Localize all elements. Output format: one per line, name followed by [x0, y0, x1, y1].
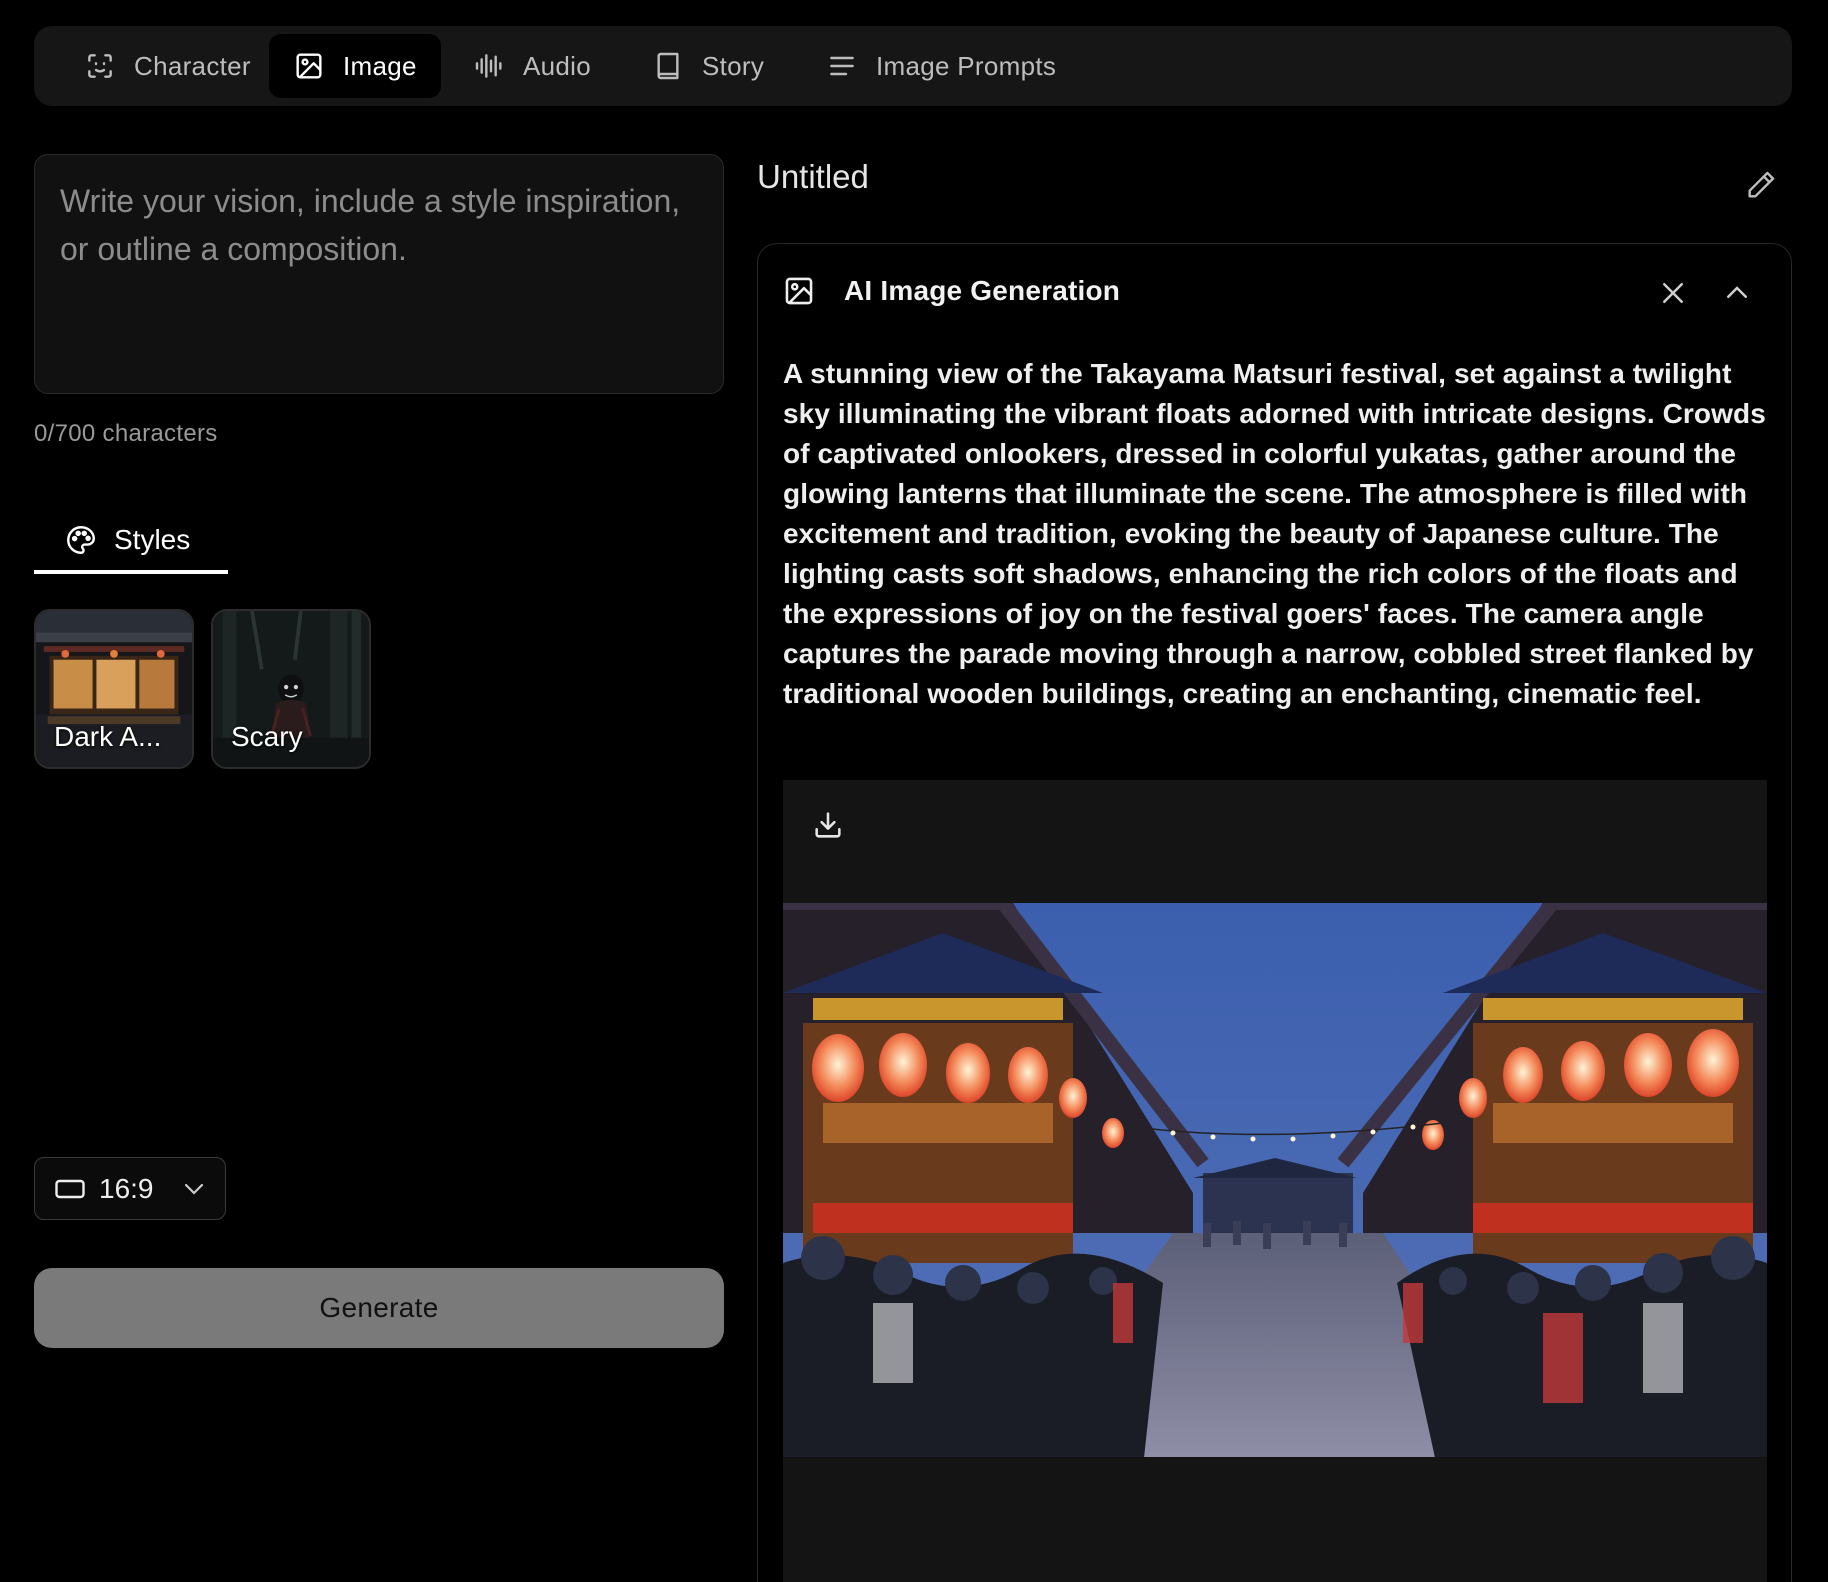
style-card-label: Scary	[231, 721, 303, 752]
pencil-icon[interactable]	[1744, 168, 1778, 202]
download-icon[interactable]	[811, 808, 845, 842]
style-card-scary[interactable]: Scary	[211, 609, 371, 769]
lines-icon	[830, 56, 854, 76]
tab-story[interactable]: Story	[628, 34, 788, 98]
image-icon	[785, 277, 813, 305]
tab-styles[interactable]: Styles	[34, 510, 228, 574]
tab-image-prompts-label: Image Prompts	[876, 50, 1057, 81]
landscape-rect-icon	[55, 1179, 85, 1198]
festival-generated-image[interactable]	[783, 903, 1767, 1457]
waveform-icon	[475, 54, 502, 78]
document-title: Untitled	[757, 158, 869, 195]
palette-icon	[67, 526, 95, 554]
image-icon	[296, 53, 322, 79]
generation-card: AI Image Generation A stunning view of t…	[757, 243, 1792, 1582]
chevron-up-icon[interactable]	[1722, 278, 1752, 308]
tab-image-label: Image	[343, 50, 417, 81]
generation-prompt-text: A stunning view of the Takayama Matsuri …	[783, 358, 1766, 709]
generate-button[interactable]: Generate	[34, 1268, 724, 1348]
generation-title: AI Image Generation	[844, 275, 1121, 306]
prompt-input[interactable]	[60, 177, 698, 371]
generation-header: AI Image Generation	[782, 274, 1120, 308]
close-icon[interactable]	[1658, 278, 1688, 308]
tab-character[interactable]: Character	[60, 34, 275, 98]
character-count: 0/700 characters	[34, 420, 218, 447]
tab-story-label: Story	[702, 50, 765, 81]
aspect-ratio-select[interactable]: 16:9	[34, 1157, 226, 1220]
prompt-box	[34, 154, 724, 394]
tab-character-label: Character	[134, 50, 251, 81]
generated-image-frame	[783, 780, 1767, 1582]
tab-audio-label: Audio	[523, 50, 591, 81]
aspect-ratio-value: 16:9	[99, 1172, 154, 1204]
style-card-dark-anime[interactable]: Dark A...	[34, 609, 194, 769]
tab-audio[interactable]: Audio	[449, 34, 615, 98]
chevron-down-icon	[184, 1183, 204, 1195]
top-tab-bar: Character Image Audio Story Image Prompt…	[34, 26, 1792, 106]
tab-styles-label: Styles	[114, 524, 191, 555]
tab-image-prompts[interactable]: Image Prompts	[802, 34, 1080, 98]
book-icon	[657, 52, 679, 80]
style-card-label: Dark A...	[54, 721, 162, 752]
tab-image[interactable]: Image	[269, 34, 441, 98]
face-scan-icon	[88, 54, 112, 78]
